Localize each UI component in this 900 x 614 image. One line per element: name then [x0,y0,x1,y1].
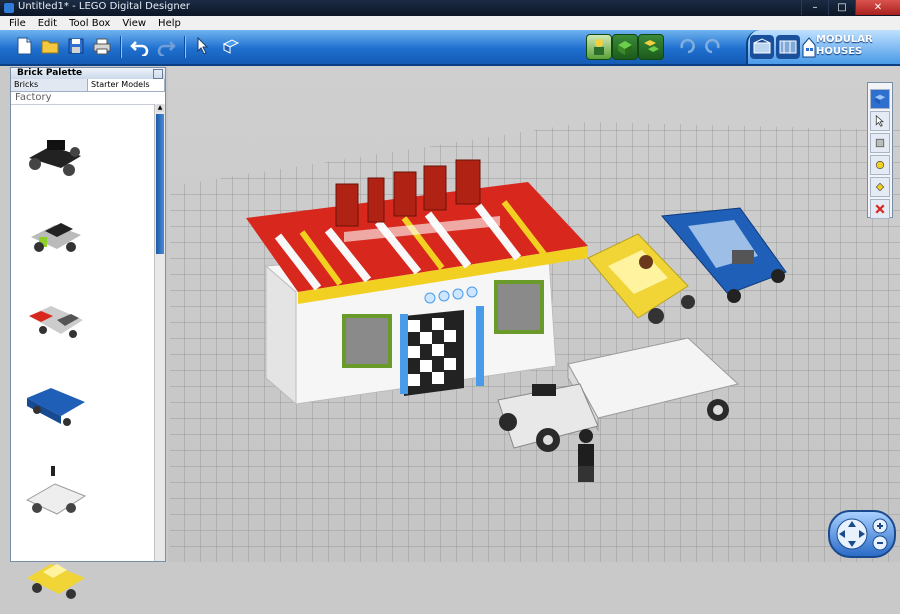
brick-help-icon [222,39,240,54]
scroll-thumb[interactable] [156,114,164,254]
palette-header: Brick Palette [11,68,165,79]
view-mode-button[interactable] [612,34,638,60]
toolbar-separator [120,36,122,58]
menu-toolbox[interactable]: Tool Box [69,18,110,29]
building-guide-button[interactable] [638,34,664,60]
undo-icon [130,41,149,56]
arrow-cursor-icon [875,115,884,127]
menu-bar: File Edit Tool Box View Help [0,16,900,31]
rotate-left-icon [680,38,695,54]
3d-viewport[interactable] [168,66,900,562]
flex-icon [875,160,885,170]
model-yellow-car[interactable] [21,544,91,614]
model-green-jeep[interactable] [21,201,91,271]
modular-houses-panel[interactable]: MODULAR HOUSES [746,30,900,64]
house-grid-icon [753,38,771,54]
palette-title: Brick Palette [17,68,83,78]
maximize-button[interactable]: □ [828,0,855,15]
camera-rotate-left-button[interactable] [676,34,700,58]
modular-label: MODULAR [816,34,873,45]
house-blueprint-button[interactable] [776,35,800,59]
help-select-button[interactable] [218,34,242,58]
undo-button[interactable] [128,34,152,58]
menu-view[interactable]: View [122,18,146,29]
printer-icon [93,38,111,55]
model-hot-rod[interactable] [21,116,91,186]
build-mode-button[interactable] [586,34,612,60]
redo-button[interactable] [154,34,178,58]
palette-tabs: Bricks Starter Models [11,79,165,92]
paint-tool[interactable] [870,177,890,197]
minifig-icon [594,39,604,55]
left-window [342,314,392,368]
folder-icon [41,40,59,54]
save-icon [68,38,84,54]
tab-starter-models[interactable]: Starter Models [88,79,165,91]
flex-tool[interactable] [870,155,890,175]
rotate-right-icon [705,38,720,54]
app-icon [4,3,14,13]
model-checkered-truck[interactable] [21,286,91,356]
blueprint-icon [779,40,797,54]
model-list [11,104,155,599]
house-view-button[interactable] [750,35,774,59]
right-window [494,280,544,334]
minifigure[interactable] [578,429,594,482]
model-white-roadster[interactable] [21,458,91,528]
camera-navigation[interactable] [828,510,896,558]
title-bar: Untitled1* - LEGO Digital Designer – □ ✕ [0,0,900,16]
hinge-icon [875,138,885,148]
houses-label: HOUSES [816,46,863,57]
toolbar-separator [184,36,186,58]
palette-scrollbar[interactable]: ▲ [154,104,165,561]
model-blue-car[interactable] [21,372,91,442]
delete-tool[interactable] [870,199,890,219]
select-tool[interactable] [870,111,890,131]
scroll-up-button[interactable]: ▲ [156,104,164,112]
scene-canvas [170,122,900,562]
minimize-button[interactable]: – [801,0,828,15]
open-button[interactable] [38,34,62,58]
select-tool-button[interactable] [192,34,216,58]
modular-houses-logo: MODULAR HOUSES [816,34,873,58]
main-toolbar: MODULAR HOUSES [0,30,900,66]
hinge-tool[interactable] [870,133,890,153]
clone-tool-button[interactable] [870,89,890,109]
delete-icon [875,204,885,214]
house-logo-icon [802,37,816,58]
window-title: Untitled1* - LEGO Digital Designer [18,1,190,12]
tab-bricks[interactable]: Bricks [11,79,88,91]
building-guide-icon [644,40,659,52]
green-brick-icon [618,41,632,55]
save-button[interactable] [64,34,88,58]
redo-icon [157,41,176,56]
print-button[interactable] [90,34,114,58]
camera-rotate-right-button[interactable] [700,34,724,58]
brick-palette: Brick Palette Bricks Starter Models Fact… [10,67,166,599]
tool-palette [867,82,893,219]
new-file-button[interactable] [12,34,36,58]
window-controls: – □ ✕ [801,0,900,16]
close-button[interactable]: ✕ [855,0,900,15]
camera-nav-icon [836,518,888,551]
menu-edit[interactable]: Edit [38,18,57,29]
cursor-icon [197,36,209,55]
menu-help[interactable]: Help [158,18,181,29]
palette-pin-button[interactable] [153,69,163,79]
new-file-icon [17,37,32,55]
paint-bucket-icon [875,182,885,192]
menu-file[interactable]: File [9,18,26,29]
blue-brick-icon [874,94,886,105]
